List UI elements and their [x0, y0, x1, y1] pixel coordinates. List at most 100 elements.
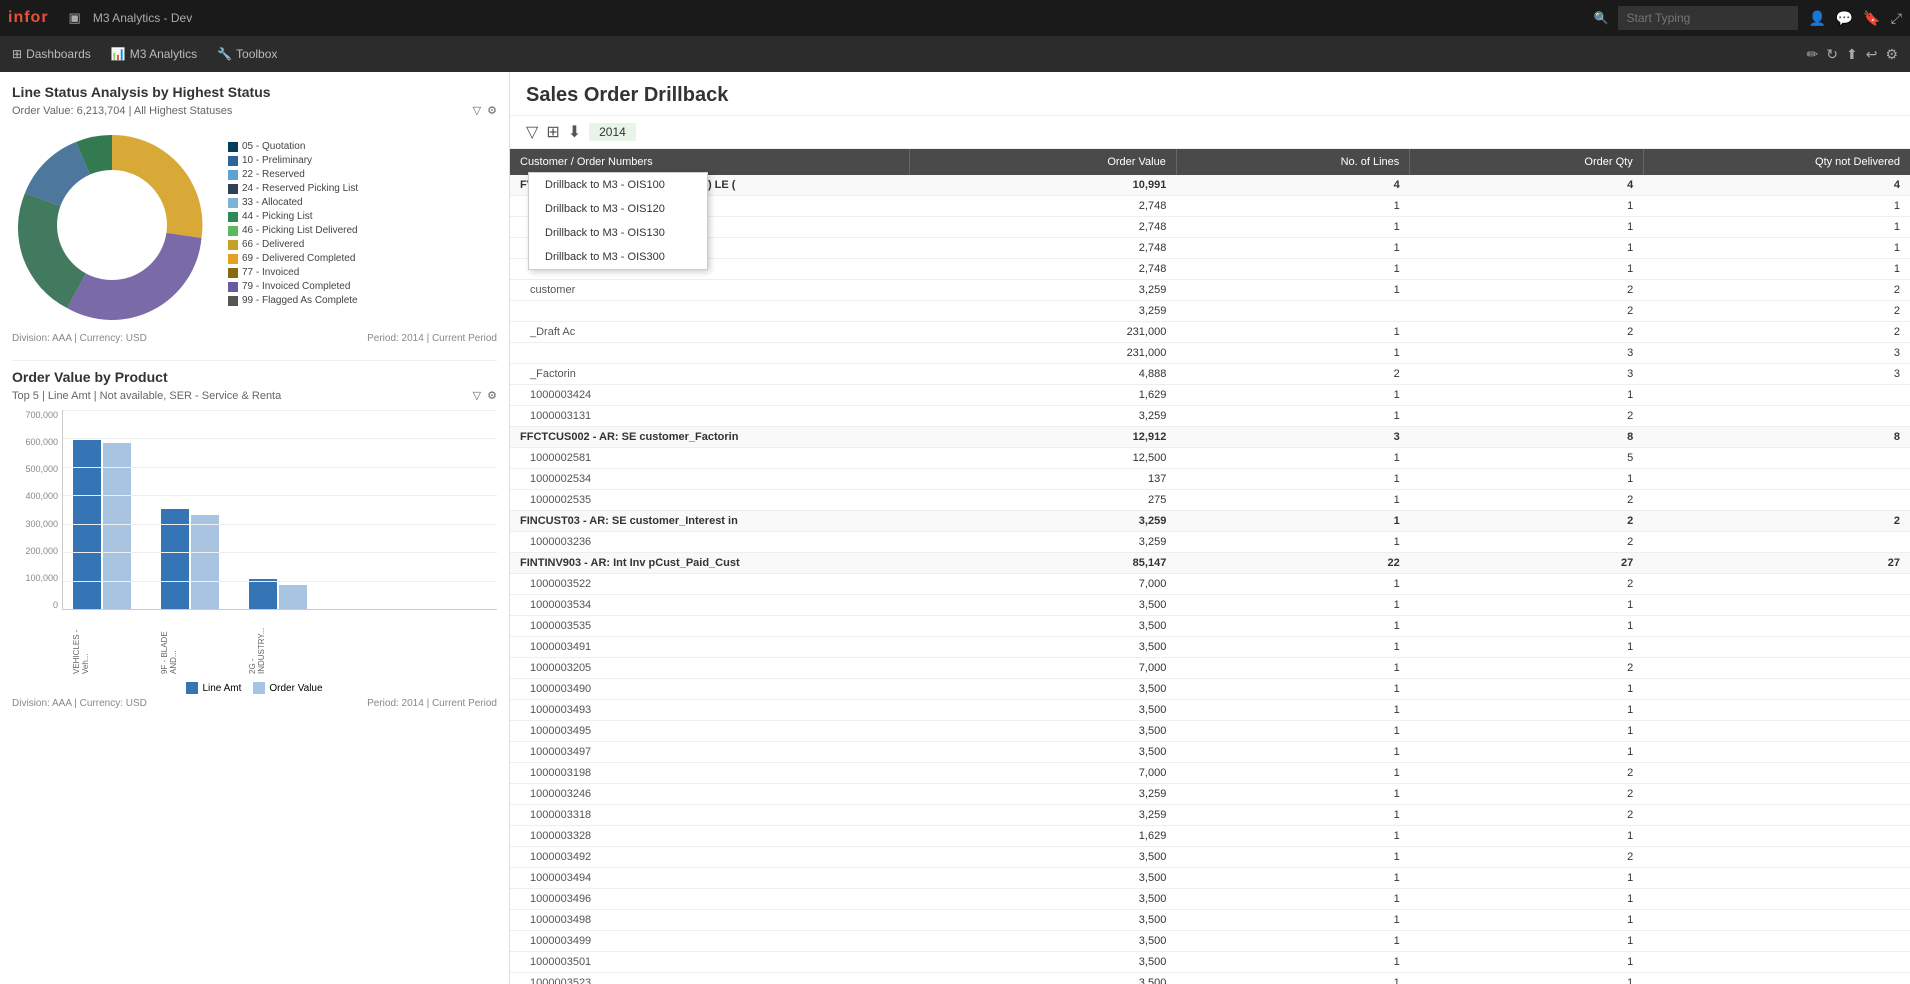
settings-icon[interactable]: ⚙ [1885, 46, 1898, 63]
table-row[interactable]: 10000032463,25912 [510, 784, 1910, 805]
filter2-icon[interactable]: ▽ [473, 389, 481, 402]
bookmark-icon[interactable]: 🔖 [1863, 10, 1880, 27]
table-row[interactable]: 10000034983,50011 [510, 910, 1910, 931]
table-row[interactable]: 10000034973,50011 [510, 742, 1910, 763]
cell-order-value: 7,000 [910, 574, 1177, 595]
chat-icon[interactable]: 💬 [1836, 10, 1853, 27]
cell-qty-nd [1643, 385, 1910, 406]
top-navbar: infor ▣ M3 Analytics - Dev 🔍 👤 💬 🔖 ⤢ [0, 0, 1910, 36]
table-row[interactable]: 10000035233,50011 [510, 973, 1910, 984]
user-icon[interactable]: 👤 [1808, 10, 1825, 27]
table-row[interactable]: 10000035227,00012 [510, 574, 1910, 595]
table-row[interactable]: _Factorin4,888233 [510, 364, 1910, 385]
cell-qty-nd: 27 [1643, 553, 1910, 574]
cell-order-value: 12,500 [910, 448, 1177, 469]
table-row[interactable]: 10000034903,50011 [510, 679, 1910, 700]
cell-lines: 1 [1176, 217, 1409, 238]
cell-qty: 2 [1410, 280, 1643, 301]
table-row[interactable]: FINCUST03 - AR: SE customer_Interest in3… [510, 511, 1910, 532]
table-row[interactable]: 100000253413711 [510, 469, 1910, 490]
table-row[interactable]: 10000034963,50011 [510, 889, 1910, 910]
widget1-footer-right: Period: 2014 | Current Period [367, 333, 497, 344]
table-row[interactable]: 10000034933,50011 [510, 700, 1910, 721]
legend-label: 05 - Quotation [242, 141, 305, 152]
table-row[interactable]: 10000034953,50011 [510, 721, 1910, 742]
drillback-table-container[interactable]: Customer / Order Numbers Order Value No.… [510, 149, 1910, 984]
table-row[interactable]: FINTINV903 - AR: Int Inv pCust_Paid_Cust… [510, 553, 1910, 574]
table-row[interactable]: 231,000133 [510, 343, 1910, 364]
cell-qty: 1 [1410, 469, 1643, 490]
cell-qty: 2 [1410, 406, 1643, 427]
expand-icon[interactable]: ⤢ [1891, 10, 1902, 27]
cell-lines: 1 [1176, 490, 1409, 511]
table-row[interactable]: 100000253527512 [510, 490, 1910, 511]
download-icon[interactable]: ⬇ [568, 122, 581, 142]
y-label: 0 [12, 600, 58, 610]
nav-m3analytics[interactable]: 📊 M3 Analytics [111, 47, 197, 61]
dashboard-icon: ⊞ [12, 47, 22, 61]
cell-qty-nd: 2 [1643, 301, 1910, 322]
legend-item: 69 - Delivered Completed [228, 253, 358, 264]
table-row[interactable]: 10000033183,25912 [510, 805, 1910, 826]
table-row[interactable]: 10000034913,50011 [510, 637, 1910, 658]
table-row[interactable]: 10000035353,50011 [510, 616, 1910, 637]
table-row[interactable]: 3,25922 [510, 301, 1910, 322]
context-menu-item[interactable]: Drillback to M3 - OIS120 [529, 197, 707, 221]
table-row[interactable]: 10000035343,50011 [510, 595, 1910, 616]
cell-order-value: 2,748 [910, 196, 1177, 217]
table-row[interactable]: 10000034993,50011 [510, 931, 1910, 952]
table-row[interactable]: 10000043972,748111 [510, 196, 1910, 217]
table-row[interactable]: FFCTCUS002 - AR: SE customer_Factorin12,… [510, 427, 1910, 448]
undo-icon[interactable]: ↩ [1866, 46, 1878, 63]
cell-qty: 1 [1410, 721, 1643, 742]
cell-qty-nd [1643, 637, 1910, 658]
table-row[interactable]: 10000033281,62911 [510, 826, 1910, 847]
nav-toolbox[interactable]: 🔧 Toolbox [217, 47, 277, 61]
refresh-icon[interactable]: ↻ [1826, 46, 1838, 63]
context-menu-item[interactable]: Drillback to M3 - OIS100 [529, 173, 707, 197]
cell-order-value: 3,259 [910, 406, 1177, 427]
table-row[interactable]: 10000031987,00012 [510, 763, 1910, 784]
table-row[interactable]: _Draft Ac231,000122 [510, 322, 1910, 343]
filter-toolbar-icon[interactable]: ▽ [526, 122, 538, 142]
y-label: 100,000 [12, 573, 58, 583]
cell-qty-nd [1643, 700, 1910, 721]
cell-order-value: 7,000 [910, 763, 1177, 784]
year-filter[interactable]: 2014 [589, 123, 636, 141]
table-row[interactable]: 2,748111 [510, 238, 1910, 259]
widget-line-status: Line Status Analysis by Highest Status O… [12, 84, 497, 344]
bar-legend: Line Amt Order Value [12, 682, 497, 694]
cell-customer: 1000003246 [510, 784, 910, 805]
table-row[interactable]: 2,748111 [510, 259, 1910, 280]
context-menu-item[interactable]: Drillback to M3 - OIS300 [529, 245, 707, 269]
legend-color-box [228, 268, 238, 278]
widget1-footer-left: Division: AAA | Currency: USD [12, 333, 147, 344]
table-row[interactable]: 2,748111 [510, 217, 1910, 238]
table-row[interactable]: 10000035013,50011 [510, 952, 1910, 973]
cell-customer: FFCTCUS002 - AR: SE customer_Factorin [510, 427, 910, 448]
table-row[interactable]: 100000258112,50015 [510, 448, 1910, 469]
widget1-subtitle-text: Order Value: 6,213,704 | All Highest Sta… [12, 105, 232, 117]
table-row[interactable]: 10000034943,50011 [510, 868, 1910, 889]
search-input[interactable] [1618, 6, 1798, 30]
edit-icon[interactable]: ✏ [1807, 46, 1819, 63]
table-row[interactable]: 10000032363,25912 [510, 532, 1910, 553]
table-row[interactable]: customer3,259122 [510, 280, 1910, 301]
table-row[interactable]: 10000031313,25912 [510, 406, 1910, 427]
table-row[interactable]: FVAT436-17 - SE Customer (TAXP=1) LE (10… [510, 175, 1910, 196]
gear2-icon[interactable]: ⚙ [487, 389, 497, 402]
table-row[interactable]: 10000034241,62911 [510, 385, 1910, 406]
toolbox-icon: 🔧 [217, 47, 232, 61]
table-row[interactable]: 10000034923,50012 [510, 847, 1910, 868]
filter-icon[interactable]: ▽ [473, 104, 481, 117]
table-icon[interactable]: ⊞ [546, 122, 559, 142]
cell-qty: 1 [1410, 238, 1643, 259]
table-row[interactable]: 10000032057,00012 [510, 658, 1910, 679]
nav-dashboards[interactable]: ⊞ Dashboards [12, 47, 91, 61]
cell-order-value: 3,500 [910, 679, 1177, 700]
cell-customer: 1000003499 [510, 931, 910, 952]
context-menu-item[interactable]: Drillback to M3 - OIS130 [529, 221, 707, 245]
share-icon[interactable]: ⬆ [1846, 46, 1858, 63]
widget2-title: Order Value by Product [12, 369, 497, 385]
gear-icon[interactable]: ⚙ [487, 104, 497, 117]
